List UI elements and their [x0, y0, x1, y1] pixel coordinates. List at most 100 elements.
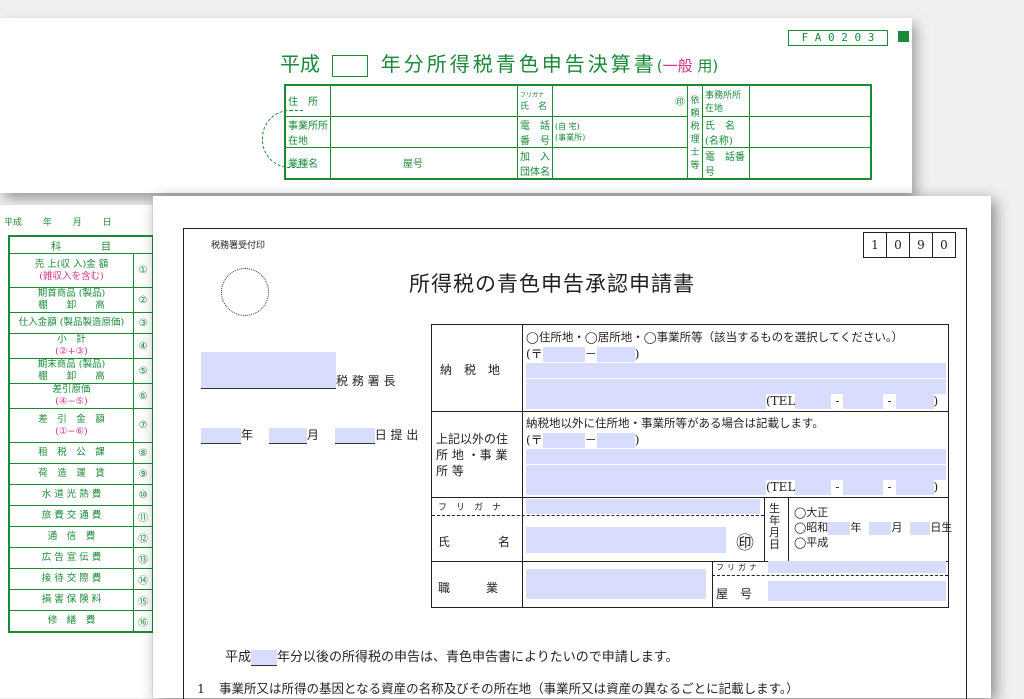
income-row-number: ⑩ [133, 484, 154, 506]
name-field[interactable] [526, 527, 726, 553]
tax-postal-1[interactable] [542, 347, 585, 362]
page-title: 所得税の青色申告承認申請書 [409, 272, 695, 296]
statement-year-field[interactable] [251, 649, 278, 666]
tax-addr-field-3[interactable] [526, 394, 766, 409]
income-row-label: 期首商品 (製品) 棚 卸 高 [8, 287, 134, 313]
statement-line: 平成 年分以後の所得税の申告は、青色申告書によりたいので申請します。 [225, 649, 679, 666]
income-row-label: 租 税 公 課 [8, 442, 134, 464]
era-taisho[interactable]: ◯大正 [794, 505, 952, 520]
other-tel-2[interactable] [843, 480, 884, 495]
income-row-number: ⑭ [133, 568, 154, 590]
shop-furigana-field[interactable] [768, 561, 946, 573]
other-place-note: 納税地以外に住所地・事業所等がある場合は記載します。 [526, 416, 824, 430]
green-marker [898, 31, 909, 42]
job-label: 職 業 [438, 581, 499, 595]
tax-addr-field-1[interactable] [526, 363, 946, 378]
income-row-label: 小 計 (②+③) [8, 333, 134, 359]
other-addr-field-2[interactable] [526, 465, 946, 480]
submit-month-field[interactable] [268, 427, 307, 444]
name-field[interactable]: ㊞ [552, 84, 688, 117]
other-tel: (TEL - -) [526, 480, 938, 495]
income-row-label: 広 告 宣 伝 費 [8, 547, 134, 569]
furigana-label: フ リ ガ ナ [438, 503, 502, 513]
other-postal-1[interactable] [542, 433, 585, 448]
birth-month-field[interactable] [869, 521, 892, 535]
addr-field[interactable] [330, 84, 518, 117]
income-row-number: ⑥ [133, 383, 154, 409]
other-place-label: 上記以外の住 所 地 ・事 業 所 等 [436, 432, 509, 478]
income-row-label: 水 道 光 熱 費 [8, 484, 134, 506]
other-addr-field-3[interactable] [526, 480, 766, 495]
tax-addr-field-2[interactable] [526, 379, 946, 394]
front-form-sheet: 税務署受付印 1 0 9 0 所得税の青色申告承認申請書 税 務 署 長 年 月… [153, 196, 991, 699]
income-row-number: ① [133, 253, 154, 288]
name-label: フリガナ氏 名 [517, 84, 553, 117]
item-1: 1 事業所又は所得の基因となる資産の名称及びその所在地（事業所又は資産の異なるごと… [197, 681, 799, 696]
submit-day-field[interactable] [334, 427, 375, 444]
birth-day-field[interactable] [910, 521, 931, 535]
back-form-header-table: 住 所 フリガナ氏 名 ㊞ 依頼税理士等 事務所所在地 事業所所在地 電 話番 … [284, 84, 872, 180]
income-row: 売 上(収 入)金 額 (雑収入を含む) ① [8, 253, 154, 288]
tel-label: 電 話番 号 [517, 115, 553, 148]
tax-tel-3[interactable] [895, 394, 934, 409]
income-table: 科目 売 上(収 入)金 額 (雑収入を含む) ① 期首商品 (製品) 棚 卸 高 ② 仕入… [8, 235, 154, 633]
furigana-field[interactable] [526, 499, 760, 514]
era-options[interactable]: ◯大正 ◯昭和年月日生 ◯平成 [794, 505, 952, 550]
income-row: 仕入金額 (製品製造原価) ③ [8, 312, 154, 334]
other-postal: (〒－) [526, 433, 640, 448]
income-row-label: 通 信 費 [8, 526, 134, 548]
tax-tel-1[interactable] [795, 394, 832, 409]
tel2-label: 電 話番 号 [702, 146, 755, 179]
income-row-label: 差 引 金 額 (①−⑥) [8, 408, 134, 443]
income-row-number: ⑪ [133, 505, 154, 527]
shop-field[interactable] [768, 581, 946, 601]
other-postal-2[interactable] [596, 433, 635, 448]
biz-type-field[interactable]: 屋号 [330, 146, 518, 179]
income-row-number: ④ [133, 333, 154, 359]
back-form-sheet: F A 0 2 0 3 平成 年分所得税青色申告決算書(一般 用) 住 所 フリ… [0, 18, 912, 193]
tax-office-field[interactable] [201, 352, 336, 389]
tax-place-section: 納 税 地 ◯住所地・◯居所地・◯事業所等（該当するものを選択してください。） … [432, 325, 948, 412]
tax-postal: (〒－) [526, 347, 640, 362]
income-row-number: ⑬ [133, 547, 154, 569]
tel-field[interactable]: (自 宅) (事業所) [552, 115, 688, 148]
tax-name-field[interactable] [749, 115, 872, 148]
income-row: 期末商品 (製品) 棚 卸 高⑤ [8, 358, 154, 384]
tax-tel-2[interactable] [843, 394, 884, 409]
job-field[interactable] [526, 569, 706, 599]
era-heisei[interactable]: ◯平成 [794, 535, 952, 550]
form-code-cells: 1 0 9 0 [863, 232, 956, 258]
stamp-circle [221, 268, 269, 316]
office-field[interactable] [330, 115, 518, 148]
form-code-box: F A 0 2 0 3 [788, 30, 888, 46]
dashed-stamp-arc [262, 110, 303, 168]
stamp-label: 税務署受付印 [211, 241, 266, 251]
left-form-sheet: 平成 年 月 日 科目 売 上(収 入)金 額 (雑収入を含む) ① 期首商品 (製品… [0, 205, 154, 698]
income-row: 接 待 交 際 費⑭ [8, 568, 154, 590]
submit-year-field[interactable] [201, 427, 241, 444]
applicant-table: 納 税 地 ◯住所地・◯居所地・◯事業所等（該当するものを選択してください。） … [431, 324, 952, 608]
firm-addr-field[interactable] [749, 84, 872, 117]
side-label: 依頼税理士等 [687, 84, 703, 179]
seal-mark: ㊞ [675, 97, 685, 109]
birth-year-field[interactable] [828, 521, 851, 535]
other-addr-field-1[interactable] [526, 449, 946, 464]
job-section: 職 業 フリガナ 屋 号 [432, 561, 948, 607]
income-row-number: ⑦ [133, 408, 154, 443]
income-row: 修 繕 費⑯ [8, 610, 154, 633]
tax-tel: (TEL - -) [526, 394, 938, 409]
income-row: 差引原価 (④−⑤) ⑥ [8, 383, 154, 409]
tax-place-options[interactable]: ◯住所地・◯居所地・◯事業所等（該当するものを選択してください。） [526, 329, 903, 345]
income-row-number: ⑮ [133, 589, 154, 611]
year-box[interactable] [332, 54, 369, 77]
tax-postal-2[interactable] [596, 347, 635, 362]
other-tel-3[interactable] [895, 480, 934, 495]
other-tel-1[interactable] [795, 480, 832, 495]
era-showa[interactable]: ◯昭和 [794, 521, 828, 534]
group-field[interactable] [552, 146, 688, 179]
birth-label: 生年月日 [769, 502, 780, 551]
tel2-field[interactable] [749, 146, 872, 179]
income-row-number: ⑨ [133, 463, 154, 485]
income-row-label: 接 待 交 際 費 [8, 568, 134, 590]
back-form-title: 平成 年分所得税青色申告決算書(一般 用) [280, 52, 719, 77]
